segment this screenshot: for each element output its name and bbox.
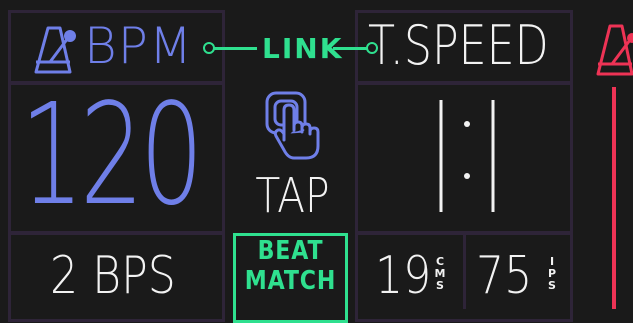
- ratio-glyphs: [439, 100, 495, 212]
- beat-match-button[interactable]: BEAT MATCH: [233, 233, 348, 323]
- bpm-value[interactable]: 120: [20, 86, 204, 226]
- ips-value: 75: [476, 246, 533, 306]
- link-node-left: [203, 42, 215, 54]
- bps-value: 2 BPS: [50, 246, 176, 306]
- beat-match-line2: MATCH: [244, 266, 337, 296]
- link-line-left: [209, 47, 257, 50]
- ips-unit: IPS: [547, 255, 557, 292]
- cms-value: 19: [375, 246, 432, 306]
- tape-speed-ratio[interactable]: [425, 96, 515, 216]
- metronome-icon: [596, 24, 633, 76]
- link-toggle[interactable]: LINK: [262, 33, 343, 65]
- bpm-label: BPM: [84, 17, 194, 75]
- tap-button[interactable]: TAP: [240, 88, 345, 228]
- next-panel-level-bar: [612, 87, 616, 309]
- tape-speed-label: T.SPEED: [368, 14, 549, 77]
- metronome-icon: [34, 26, 76, 74]
- units-divider: [463, 234, 466, 309]
- tap-hand-icon: [265, 91, 320, 160]
- beat-match-line1: BEAT: [257, 236, 324, 266]
- cms-unit: CMS: [434, 255, 446, 292]
- tap-label: TAP: [255, 168, 330, 224]
